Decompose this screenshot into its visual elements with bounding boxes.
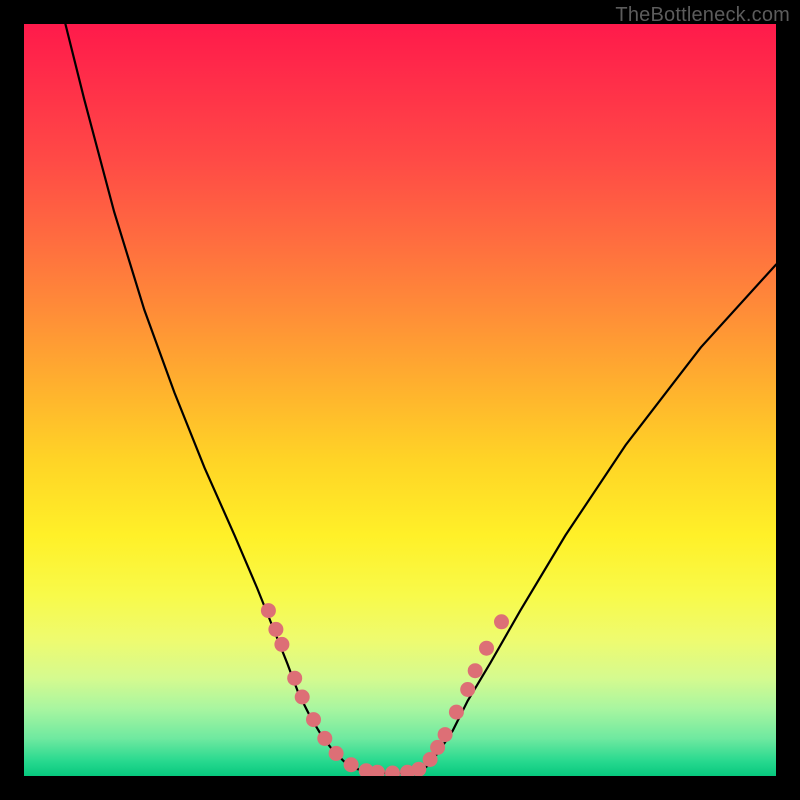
bottleneck-curve xyxy=(65,24,776,773)
data-point xyxy=(449,705,464,720)
chart-svg xyxy=(24,24,776,776)
data-point xyxy=(287,671,302,686)
chart-plot-area xyxy=(24,24,776,776)
data-point xyxy=(460,682,475,697)
data-point xyxy=(261,603,276,618)
data-point xyxy=(344,757,359,772)
data-point xyxy=(430,740,445,755)
data-point xyxy=(295,690,310,705)
data-point xyxy=(468,663,483,678)
chart-frame: TheBottleneck.com xyxy=(0,0,800,800)
data-point xyxy=(268,622,283,637)
data-point xyxy=(329,746,344,761)
data-point xyxy=(274,637,289,652)
data-point xyxy=(306,712,321,727)
data-point xyxy=(494,614,509,629)
data-point xyxy=(479,641,494,656)
data-point xyxy=(438,727,453,742)
data-point xyxy=(385,766,400,777)
watermark-text: TheBottleneck.com xyxy=(615,4,790,27)
data-point xyxy=(317,731,332,746)
